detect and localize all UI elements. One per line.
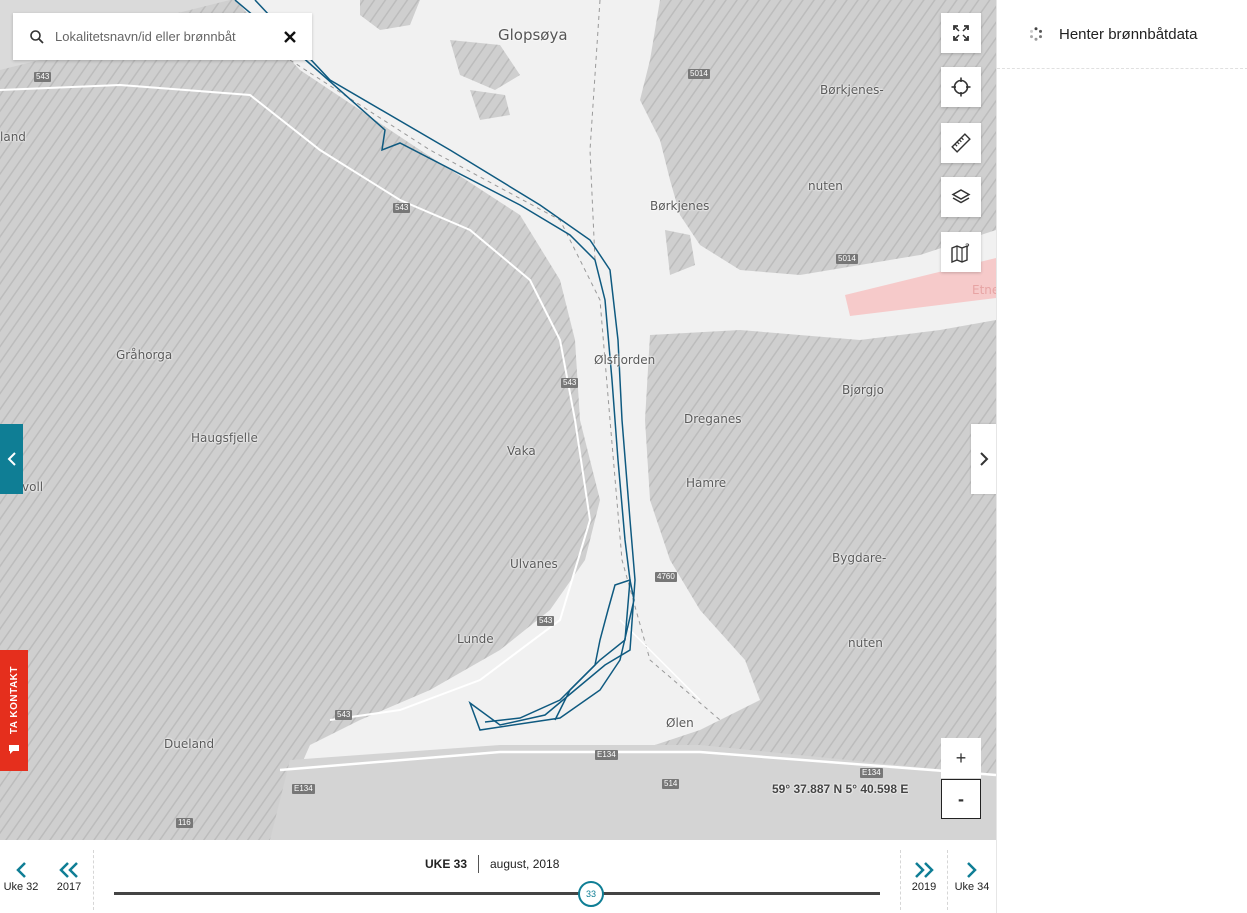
place-label: Bygdare- — [832, 551, 887, 565]
panel-header: Henter brønnbåtdata — [997, 0, 1247, 69]
search-input[interactable] — [53, 28, 267, 45]
search-icon — [30, 29, 44, 44]
loading-spinner-icon — [1030, 27, 1042, 41]
place-label: voll — [22, 480, 44, 494]
divider — [900, 850, 901, 910]
crosshair-icon — [951, 77, 971, 97]
close-icon[interactable] — [282, 29, 298, 45]
next-week-label: Uke 34 — [954, 880, 990, 893]
fullscreen-icon — [953, 25, 969, 41]
double-chevron-left-icon — [59, 861, 78, 878]
place-label: Haugsfjelle — [191, 431, 258, 445]
place-label: nuten — [808, 179, 843, 193]
place-label: Ølsfjorden — [594, 353, 656, 367]
place-label: nuten — [848, 636, 883, 650]
divider — [478, 855, 479, 873]
divider — [947, 850, 948, 910]
time-navigator: Uke 32 2017 UKE 33 august, 2018 33 2019 … — [0, 840, 996, 913]
prev-week-label: Uke 32 — [3, 880, 39, 893]
map-help-icon: ? — [951, 243, 970, 263]
map-terrain — [0, 0, 996, 840]
place-label: Børkjenes — [650, 199, 710, 213]
next-week-button[interactable]: Uke 34 — [950, 840, 994, 913]
chevron-right-icon — [979, 452, 988, 466]
layers-button[interactable] — [941, 177, 981, 217]
contact-label: TA KONTAKT — [8, 666, 20, 735]
road-shield: E134 — [292, 784, 315, 794]
chevron-right-icon — [967, 861, 977, 878]
road-shield: 116 — [176, 818, 193, 828]
fullscreen-button[interactable] — [941, 13, 981, 53]
layers-icon — [951, 189, 971, 204]
place-label: Glopsøya — [498, 26, 568, 44]
coordinate-readout: 59° 37.887 N 5° 40.598 E — [772, 782, 909, 796]
road-shield: 514 — [662, 779, 680, 789]
contact-button[interactable]: TA KONTAKT — [0, 650, 28, 771]
locate-button[interactable] — [941, 67, 981, 107]
place-label: Vaka — [507, 444, 536, 458]
place-label: Lunde — [457, 632, 494, 646]
map-view[interactable]: Glopsøya Børkjenes- nuten Børkjenes Etne… — [0, 0, 996, 840]
road-shield: 543 — [393, 203, 411, 213]
next-year-button[interactable]: 2019 — [905, 840, 943, 913]
place-label: Børkjenes- — [820, 83, 884, 97]
road-shield: 543 — [34, 72, 52, 82]
place-label: Ulvanes — [510, 557, 558, 571]
left-panel-toggle[interactable] — [0, 424, 23, 494]
divider — [93, 850, 94, 910]
road-shield: 5014 — [836, 254, 858, 264]
current-week: UKE 33 — [425, 857, 468, 871]
road-shield: 543 — [537, 616, 555, 626]
measure-button[interactable] — [941, 123, 981, 163]
place-label: Ølen — [666, 716, 694, 730]
double-chevron-right-icon — [915, 861, 934, 878]
prev-year-label: 2017 — [56, 880, 82, 893]
map-help-button[interactable]: ? — [941, 232, 981, 272]
time-slider-track[interactable] — [114, 892, 880, 895]
search-box — [13, 13, 312, 60]
place-label: Dueland — [164, 737, 215, 751]
place-label: Hamre — [686, 476, 727, 490]
place-label: Bjørgjo — [842, 383, 884, 397]
road-shield: 5014 — [688, 69, 710, 79]
place-label: Dreganes — [684, 412, 742, 426]
road-shield: E134 — [595, 750, 618, 760]
chevron-left-icon — [16, 861, 26, 878]
road-shield: E134 — [860, 768, 883, 778]
right-panel-toggle[interactable] — [971, 424, 996, 494]
svg-text:?: ? — [965, 243, 970, 253]
next-year-label: 2019 — [911, 880, 937, 893]
zoom-out-button[interactable]: - — [941, 779, 981, 819]
chat-icon — [9, 744, 19, 754]
time-slider-handle[interactable]: 33 — [578, 881, 604, 907]
loading-status: Henter brønnbåtdata — [1059, 25, 1198, 43]
prev-year-button[interactable]: 2017 — [50, 840, 88, 913]
chevron-left-icon — [7, 452, 16, 466]
road-shield: 4760 — [655, 572, 677, 582]
road-shield: 543 — [335, 710, 353, 720]
ruler-icon — [951, 133, 971, 153]
current-month: august, 2018 — [490, 857, 560, 871]
prev-week-button[interactable]: Uke 32 — [0, 840, 42, 913]
place-label: Etne — [972, 283, 996, 297]
place-label: land — [0, 130, 26, 144]
side-panel: Henter brønnbåtdata — [996, 0, 1247, 913]
zoom-in-button[interactable]: + — [941, 738, 981, 778]
place-label: Gråhorga — [116, 348, 173, 362]
road-shield: 543 — [561, 378, 579, 388]
